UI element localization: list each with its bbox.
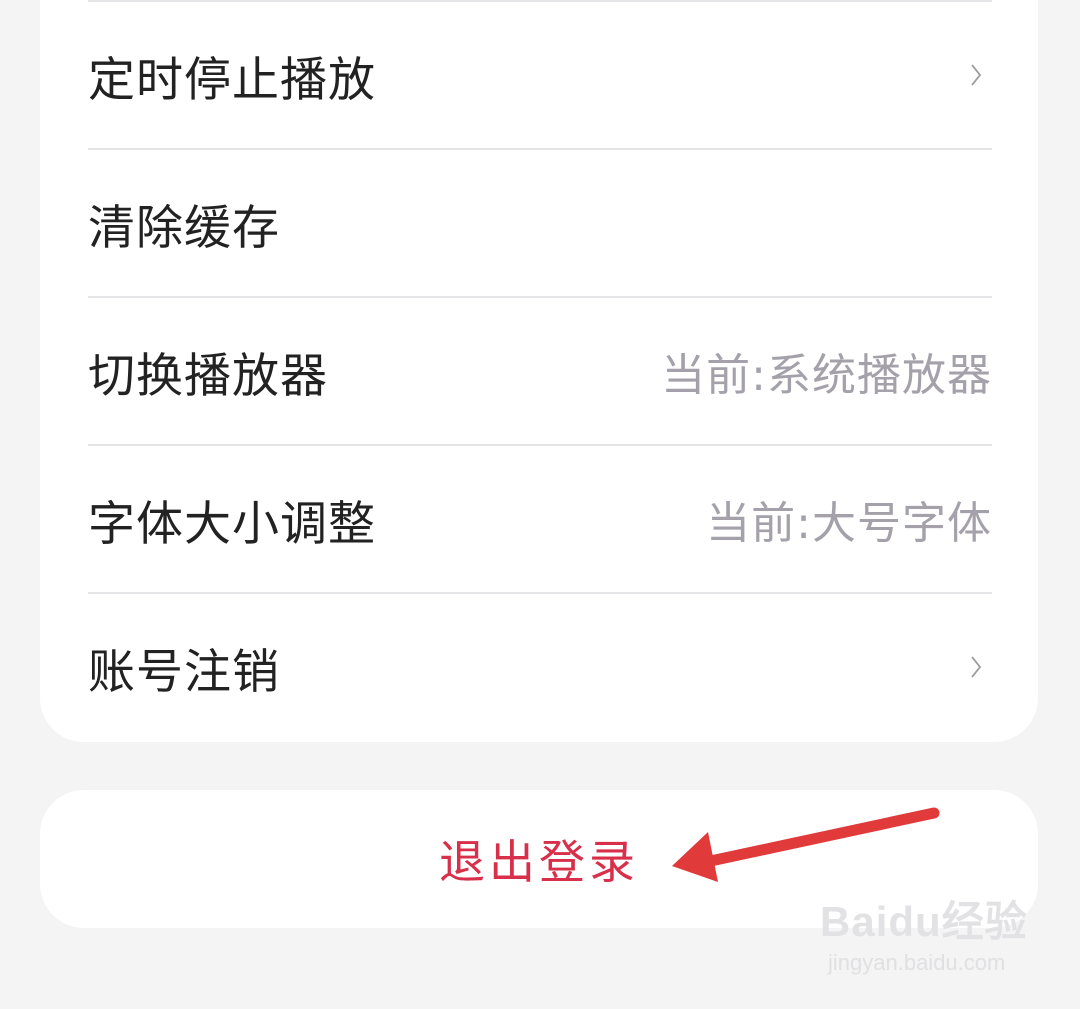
red-arrow-icon: [672, 807, 940, 882]
baidu-jingyan-watermark: Baidu经验 jingyan.baidu.com: [820, 888, 1030, 988]
watermark-logo: Baidu经验: [820, 898, 1028, 945]
watermark-url: jingyan.baidu.com: [828, 950, 1006, 975]
